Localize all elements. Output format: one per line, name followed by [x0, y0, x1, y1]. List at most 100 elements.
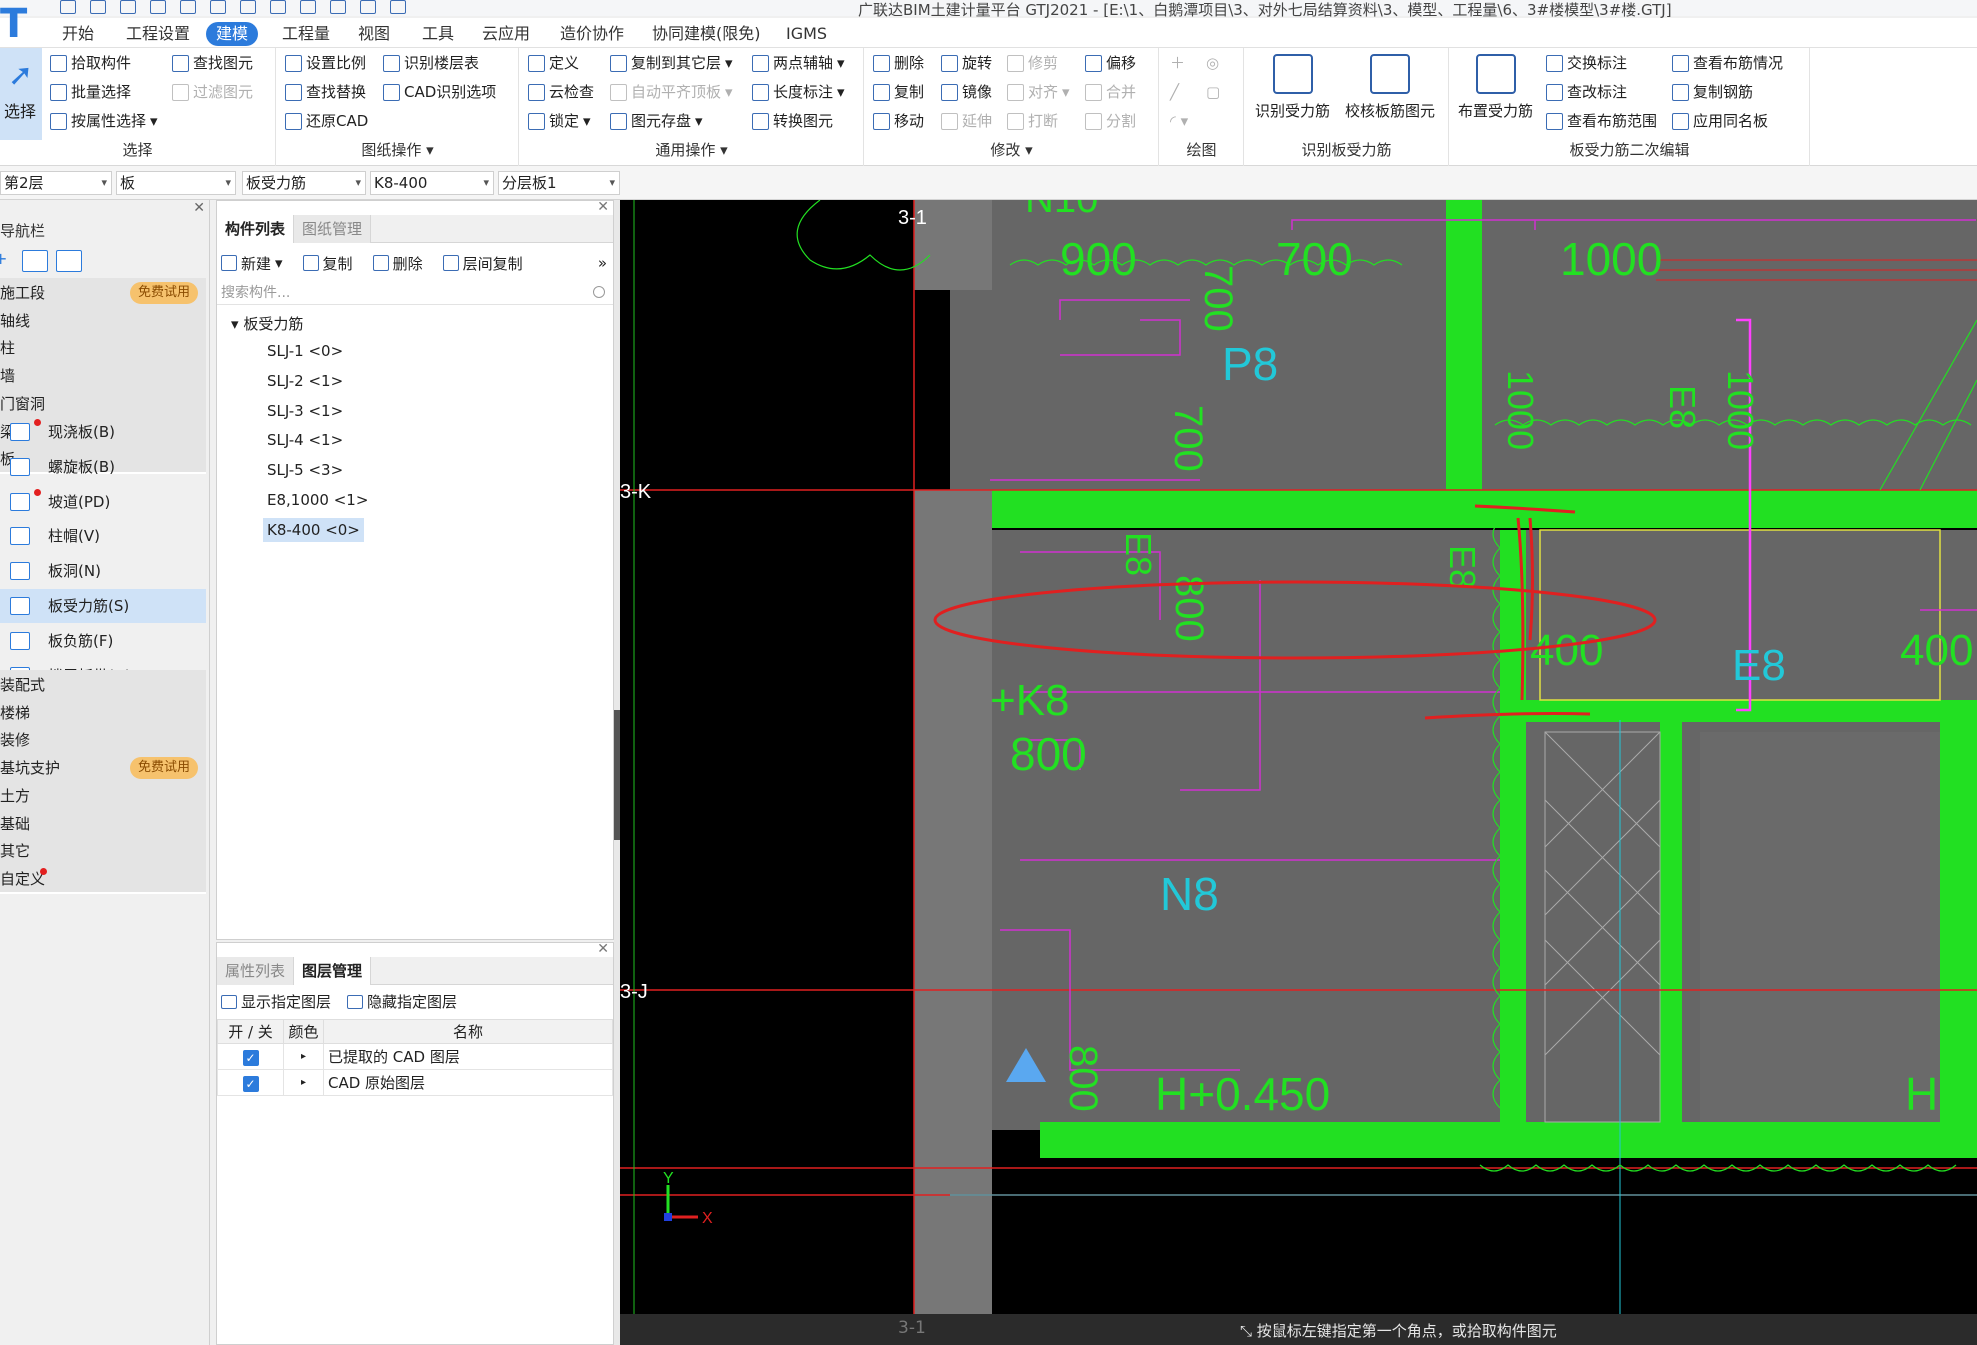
common-ops-label[interactable]: 通用操作 ▾ — [520, 139, 863, 160]
save-icon[interactable] — [150, 0, 166, 14]
drawing-ops-label[interactable]: 图纸操作 ▾ — [277, 139, 518, 160]
nav-category[interactable]: 土方 — [0, 780, 206, 811]
apply-same-slab-button[interactable]: 应用同名板 — [1672, 108, 1768, 134]
tab-layer-management[interactable]: 图层管理 — [294, 957, 372, 985]
two-point-axis-button[interactable]: 两点辅轴 ▾ — [752, 50, 845, 76]
select-button[interactable]: ➚ 选择 — [0, 48, 42, 140]
nav-category[interactable]: 基坑支护 免费试用 — [0, 753, 206, 784]
menu-start[interactable]: 开始 — [52, 22, 104, 46]
tab-component-list[interactable]: 构件列表 — [217, 215, 295, 243]
list-item[interactable]: SLJ-4 <1> — [263, 428, 347, 452]
copy-rebar-button[interactable]: 复制钢筋 — [1672, 79, 1753, 105]
modify-label[interactable]: 修改 ▾ — [865, 139, 1158, 160]
hide-layer-button[interactable]: 隐藏指定图层 — [347, 991, 457, 1012]
new-component-button[interactable]: 新建 ▾ — [221, 253, 283, 274]
copy-to-floor-button[interactable]: 复制到其它层 ▾ — [610, 50, 733, 76]
free-trial-badge[interactable]: 免费试用 — [129, 757, 198, 780]
grid-icon[interactable] — [300, 0, 316, 14]
close-icon[interactable]: ✕ — [193, 200, 205, 216]
sum-icon[interactable] — [240, 0, 256, 14]
copy-component-button[interactable]: 复制 — [302, 253, 353, 274]
find-element-button[interactable]: 查找图元 — [172, 50, 253, 76]
list-view-icon[interactable] — [22, 250, 48, 272]
exchange-mark-button[interactable]: 交换标注 — [1546, 50, 1627, 76]
view-range-button[interactable]: 查看布筋范围 — [1546, 108, 1657, 134]
rotate-point-button[interactable]: ◎ — [1206, 50, 1219, 76]
line-draw-button[interactable]: ╱ — [1170, 79, 1179, 105]
menu-modeling[interactable]: 建模 — [206, 22, 259, 46]
table-icon[interactable] — [270, 0, 286, 14]
align-button[interactable]: 对齐 ▾ — [1007, 79, 1070, 105]
trim-button[interactable]: 修剪 — [1007, 50, 1058, 76]
undo-icon[interactable] — [180, 0, 196, 14]
list-item[interactable]: SLJ-3 <1> — [263, 399, 347, 423]
nav-category[interactable]: 楼梯 — [0, 697, 206, 728]
component-select[interactable]: K8-400 — [370, 171, 494, 195]
rotate-button[interactable]: 旋转 — [941, 50, 992, 76]
menu-collab-modeling[interactable]: 协同建模(限免) — [642, 22, 771, 46]
find-replace-button[interactable]: 查找替换 — [285, 79, 366, 105]
extend-button[interactable]: 延伸 — [941, 108, 992, 134]
tab-drawing-management[interactable]: 图纸管理 — [294, 215, 372, 243]
show-layer-button[interactable]: 显示指定图层 — [221, 991, 331, 1012]
rect-draw-button[interactable]: ▢ — [1206, 79, 1220, 105]
pick-component-button[interactable]: 拾取构件 — [50, 50, 131, 76]
nav-category[interactable]: 基础 — [0, 808, 206, 839]
menu-quantities[interactable]: 工程量 — [272, 22, 340, 46]
nav-slab-item[interactable]: 柱帽(V) — [0, 519, 206, 553]
new-file-icon[interactable] — [90, 0, 106, 14]
detail-view-icon[interactable] — [56, 250, 82, 272]
menu-tools[interactable]: 工具 — [412, 22, 464, 46]
nav-slab-item[interactable]: 坡道(PD) — [0, 485, 206, 519]
type-select[interactable]: 板 — [116, 171, 236, 195]
copy-button[interactable]: 复制 — [873, 79, 924, 105]
break-button[interactable]: 打断 — [1007, 108, 1058, 134]
identify-floor-table-button[interactable]: 识别楼层表 — [383, 50, 479, 76]
floor-select[interactable]: 第2层 — [0, 171, 112, 195]
list-item[interactable]: E8,1000 <1> — [263, 488, 372, 512]
auto-align-slab-button[interactable]: 自动平齐顶板 ▾ — [610, 79, 733, 105]
nav-slab-item[interactable]: 螺旋板(B) — [0, 450, 206, 484]
list-item[interactable]: SLJ-2 <1> — [263, 369, 347, 393]
nav-category[interactable]: 自定义 — [0, 863, 206, 894]
cloud-check-button[interactable]: 云检查 — [528, 79, 594, 105]
point-draw-button[interactable]: ＋ — [1170, 50, 1185, 76]
floor-copy-button[interactable]: 层间复制 — [442, 253, 523, 274]
cad-canvas[interactable]: 3-1 3-K 3-J N10 900 700 700 1000 P8 700 … — [620, 200, 1977, 1314]
open-folder-icon[interactable] — [120, 0, 136, 14]
edit-icon[interactable] — [330, 0, 346, 14]
redo-icon[interactable] — [210, 0, 226, 14]
nav-slab-item[interactable]: 板受力筋(S) — [0, 589, 206, 623]
element-store-button[interactable]: 图元存盘 ▾ — [610, 108, 703, 134]
nav-category[interactable]: 装配式 — [0, 670, 206, 700]
chevron-right-icon[interactable]: ▸ — [283, 1069, 324, 1096]
more-icon[interactable]: » — [598, 254, 613, 272]
subtype-select[interactable]: 板受力筋 — [242, 171, 366, 195]
close-icon[interactable]: ✕ — [597, 941, 609, 957]
verify-rebar-button[interactable]: 校核板筋图元 — [1345, 54, 1435, 121]
change-mark-button[interactable]: 查改标注 — [1546, 79, 1627, 105]
table-row[interactable]: ✓ ▸ CAD 原始图层 — [217, 1069, 613, 1096]
list-item[interactable]: SLJ-5 <3> — [263, 458, 347, 482]
table-row[interactable]: ✓ ▸ 已提取的 CAD 图层 — [217, 1043, 613, 1070]
nav-category[interactable]: 其它 — [0, 836, 206, 867]
length-mark-button[interactable]: 长度标注 ▾ — [752, 79, 845, 105]
filter-element-button[interactable]: 过滤图元 — [172, 79, 253, 105]
menu-igms[interactable]: IGMS — [776, 22, 837, 46]
menu-project-settings[interactable]: 工程设置 — [116, 22, 200, 46]
cad-options-button[interactable]: CAD识别选项 — [383, 79, 496, 105]
batch-select-button[interactable]: 批量选择 — [50, 79, 131, 105]
merge-button[interactable]: 合并 — [1085, 79, 1136, 105]
define-button[interactable]: 定义 — [528, 50, 579, 76]
delete-component-button[interactable]: 删除 — [372, 253, 423, 274]
close-icon[interactable]: ✕ — [597, 199, 609, 215]
nav-category[interactable]: 柱 — [0, 333, 206, 364]
menu-cloud[interactable]: 云应用 — [472, 22, 540, 46]
tab-property-list[interactable]: 属性列表 — [217, 957, 295, 985]
nav-slab-item[interactable]: 板洞(N) — [0, 554, 206, 588]
sync-icon[interactable] — [390, 0, 406, 14]
set-scale-button[interactable]: 设置比例 — [285, 50, 366, 76]
lock-button[interactable]: 锁定 ▾ — [528, 108, 591, 134]
tree-root[interactable]: ▾ 板受力筋 — [231, 313, 303, 334]
add-icon[interactable]: + — [0, 250, 20, 272]
